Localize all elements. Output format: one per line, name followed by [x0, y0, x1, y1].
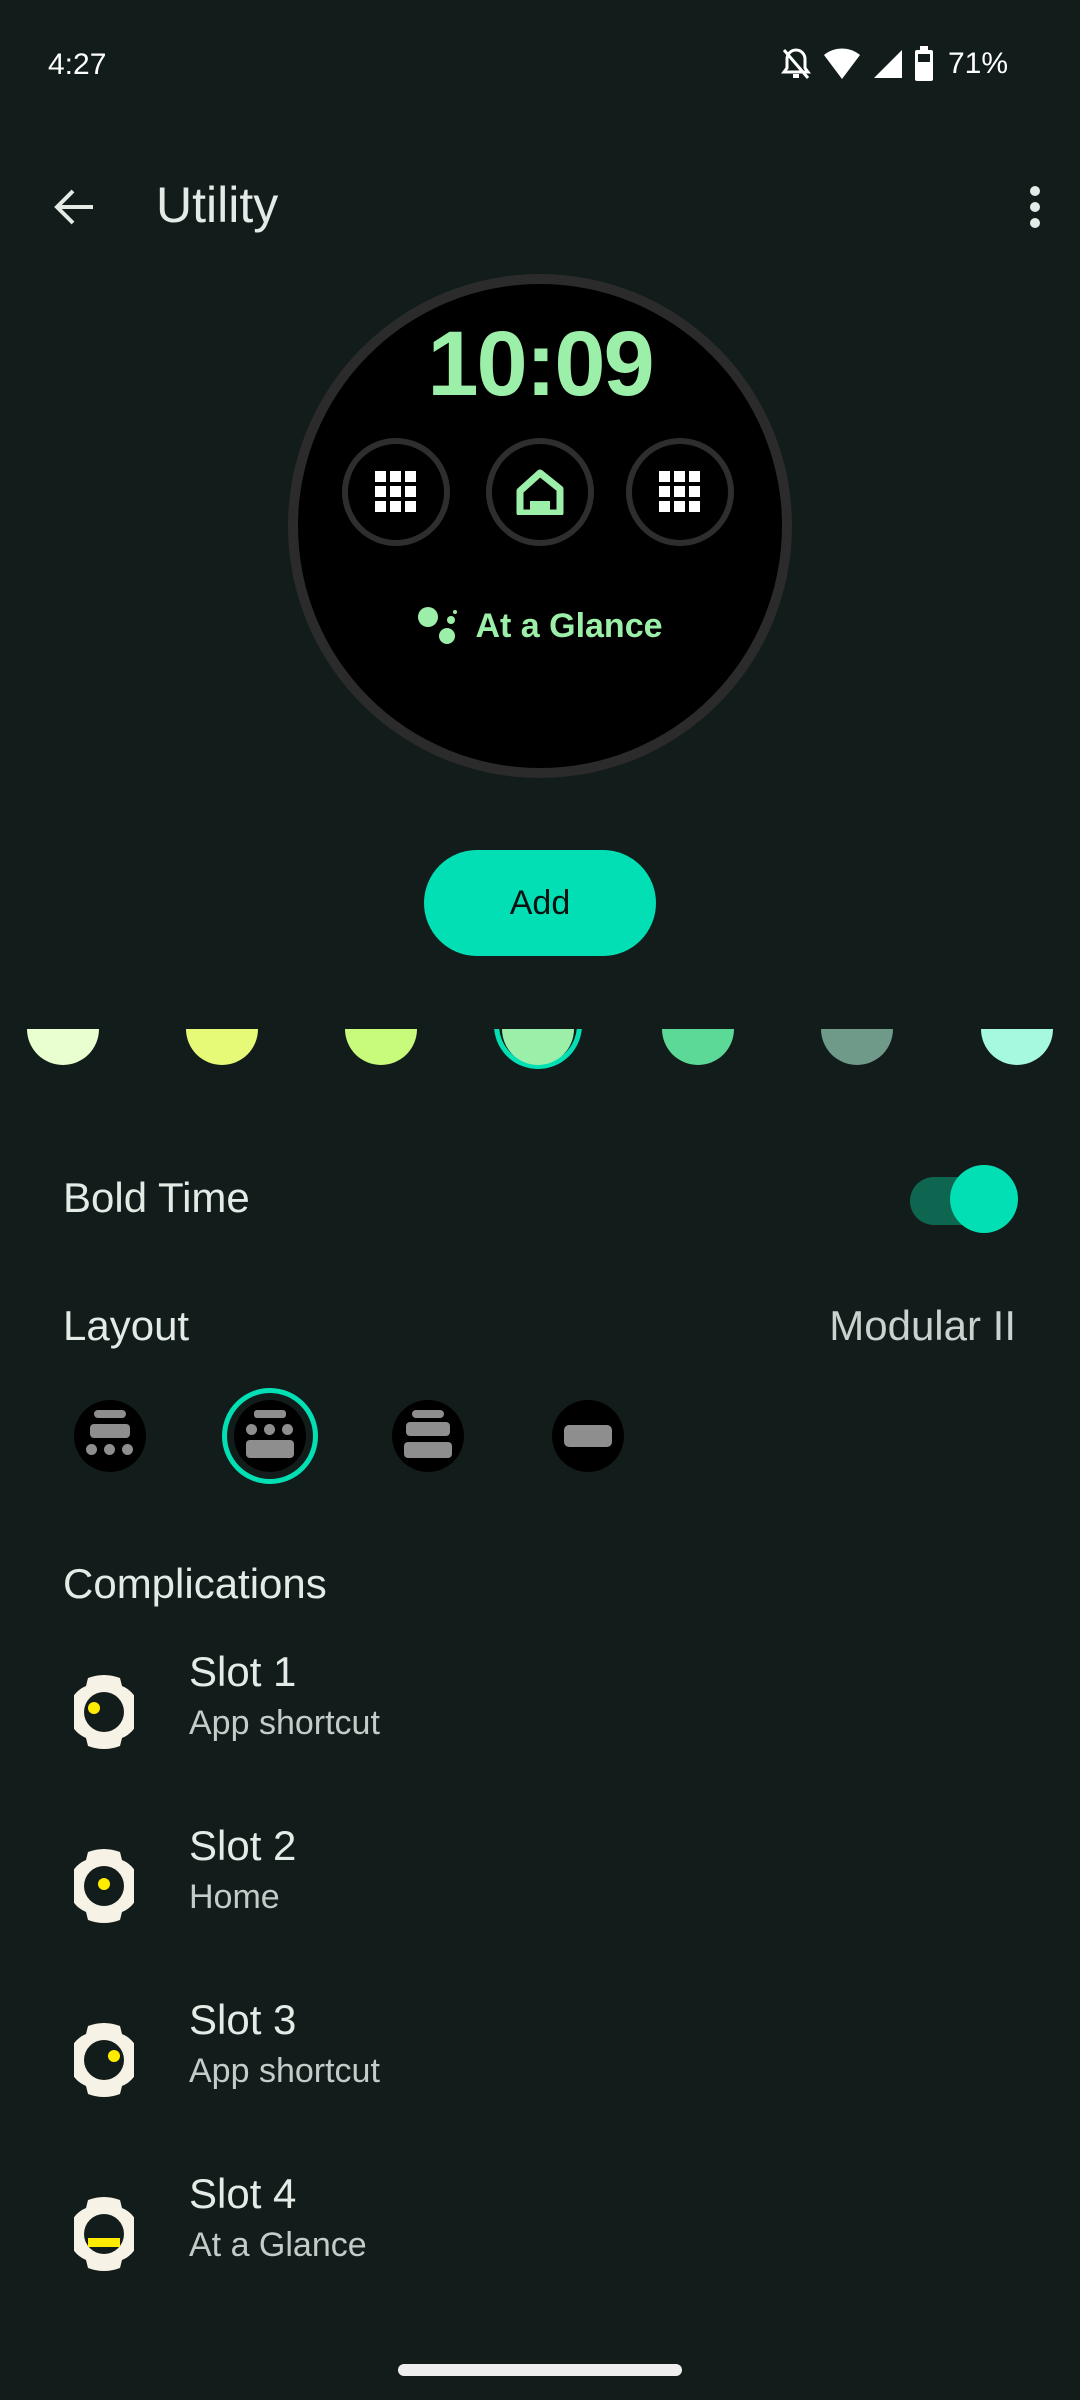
- assistant-dots-icon: [418, 607, 458, 644]
- add-button[interactable]: Add: [424, 850, 656, 956]
- watch-slot-icon: [74, 1849, 134, 1923]
- bold-time-toggle[interactable]: [910, 1163, 1020, 1237]
- bold-time-label: Bold Time: [63, 1174, 250, 1221]
- layout-option-3[interactable]: [392, 1400, 464, 1472]
- complication-slot-2[interactable]: Slot 2 Home: [70, 1822, 970, 1932]
- color-swatch[interactable]: [981, 1029, 1053, 1065]
- home-icon: [516, 469, 564, 515]
- watch-complication-1[interactable]: [342, 438, 450, 546]
- apps-grid-icon: [659, 471, 700, 512]
- layout-option-1[interactable]: [74, 1400, 146, 1472]
- more-vert-icon: [1030, 186, 1040, 228]
- toggle-thumb: [950, 1165, 1018, 1233]
- apps-grid-icon: [375, 471, 416, 512]
- watch-complication-3[interactable]: [626, 438, 734, 546]
- notifications-off-icon: [780, 46, 812, 82]
- color-swatch-strip[interactable]: [0, 1029, 1080, 1089]
- layout-option-4[interactable]: [552, 1400, 624, 1472]
- color-swatch[interactable]: [27, 1029, 99, 1065]
- status-icons: 71%: [780, 46, 1008, 82]
- glance-text: At a Glance: [475, 606, 663, 645]
- layout-option-modular-ii[interactable]: [234, 1400, 306, 1472]
- slot-subtitle: App shortcut: [189, 2052, 380, 2090]
- layout-label: Layout: [63, 1302, 190, 1349]
- complication-slot-1[interactable]: Slot 1 App shortcut: [70, 1648, 970, 1758]
- status-time: 4:27: [48, 48, 107, 81]
- cell-signal-icon: [872, 48, 904, 80]
- slot-subtitle: Home: [189, 1878, 280, 1916]
- slot-title: Slot 1: [189, 1648, 297, 1695]
- battery-icon: [914, 46, 934, 82]
- page-title: Utility: [156, 177, 279, 233]
- back-button[interactable]: [40, 172, 110, 242]
- battery-percent: 71%: [947, 47, 1008, 80]
- color-swatch[interactable]: [345, 1029, 417, 1065]
- complication-slot-3[interactable]: Slot 3 App shortcut: [70, 1996, 970, 2106]
- watch-slot-icon: [74, 2023, 134, 2097]
- more-options-button[interactable]: [1000, 172, 1070, 242]
- slot-subtitle: At a Glance: [189, 2226, 367, 2264]
- gesture-nav-handle[interactable]: [398, 2364, 682, 2376]
- color-swatch[interactable]: [662, 1029, 734, 1065]
- arrow-back-icon: [54, 189, 93, 225]
- color-swatch[interactable]: [186, 1029, 258, 1065]
- watch-complication-2[interactable]: [486, 438, 594, 546]
- slot-subtitle: App shortcut: [189, 1704, 380, 1742]
- slot-title: Slot 4: [189, 2170, 297, 2217]
- color-swatch[interactable]: [821, 1029, 893, 1065]
- watch-time: 10:09: [427, 313, 654, 415]
- slot-title: Slot 2: [189, 1822, 297, 1869]
- layout-value: Modular II: [829, 1302, 1016, 1349]
- watch-slot-icon: [74, 1675, 134, 1749]
- slot-title: Slot 3: [189, 1996, 297, 2043]
- watch-glance[interactable]: At a Glance: [298, 606, 782, 646]
- complication-slot-4[interactable]: Slot 4 At a Glance: [70, 2170, 970, 2280]
- wifi-icon: [822, 47, 862, 81]
- watch-slot-icon: [74, 2197, 134, 2271]
- complications-header: Complications: [63, 1560, 327, 1607]
